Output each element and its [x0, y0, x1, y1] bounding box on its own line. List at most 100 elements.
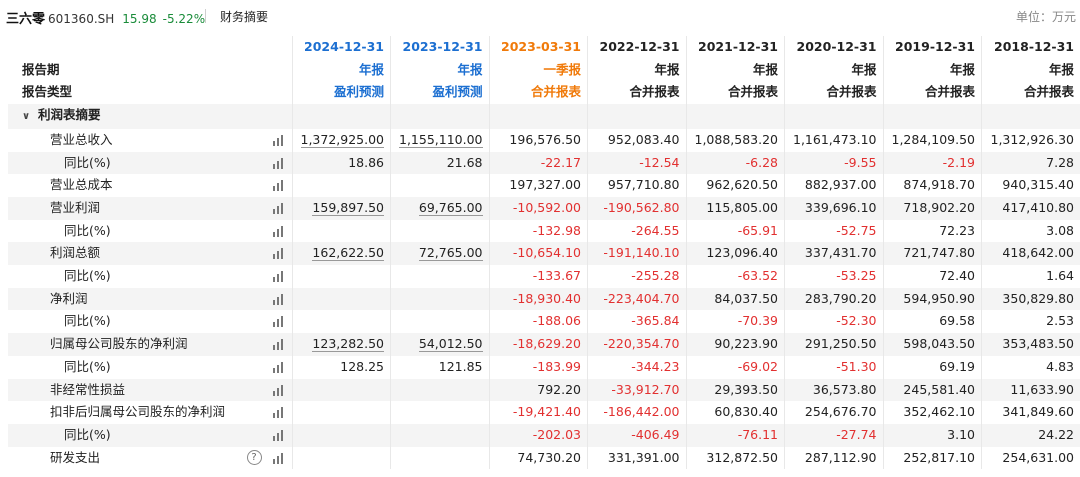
value-cell	[390, 287, 489, 311]
value-cell: -69.02	[685, 355, 785, 379]
value-cell: 72,765.00	[390, 242, 489, 266]
chevron-down-icon[interactable]: ∨	[22, 106, 34, 129]
value-cell: -70.39	[685, 310, 785, 334]
value-cell: 417,410.80	[981, 196, 1080, 220]
value-cell: -220,354.70	[587, 333, 686, 356]
bar-chart-icon[interactable]	[272, 248, 284, 260]
empty-cell	[390, 104, 489, 129]
column-date[interactable]: 2023-03-31	[488, 36, 588, 59]
column-date[interactable]: 2024-12-31	[291, 36, 391, 59]
value-cell: -9.55	[784, 151, 883, 175]
bar-chart-icon[interactable]	[272, 225, 284, 237]
header-row-period: 报告期 年报 年报 一季报 年报 年报 年报 年报 年报	[8, 58, 1080, 82]
value-cell: 291,250.50	[784, 333, 883, 356]
bar-chart-icon[interactable]	[272, 339, 284, 351]
empty-cell	[981, 104, 1080, 129]
tab-financial-summary[interactable]: 财务摘要	[220, 8, 268, 25]
bar-chart-icon[interactable]	[272, 316, 284, 328]
value-cell: 121.85	[390, 355, 489, 379]
bar-chart-icon[interactable]	[272, 180, 284, 192]
column-period: 年报	[685, 58, 785, 82]
value-cell: -19,421.40	[488, 401, 588, 424]
row-label: 非经常性损益	[8, 378, 292, 402]
row-label-text: 非经常性损益	[50, 381, 126, 397]
value-cell: 21.68	[390, 151, 489, 175]
bar-chart-icon[interactable]	[272, 429, 284, 441]
section-income-statement[interactable]: ∨ 利润表摘要	[8, 104, 292, 129]
value-cell	[291, 378, 391, 402]
value-cell: 69.58	[882, 310, 982, 334]
value-cell: 36,573.80	[784, 378, 883, 402]
row-label: 营业利润	[8, 196, 292, 220]
value-cell	[291, 174, 391, 197]
value-cell	[390, 378, 489, 402]
value-cell: 874,918.70	[882, 174, 982, 197]
stock-name[interactable]: 三六零	[6, 12, 45, 27]
column-date[interactable]: 2022-12-31	[587, 36, 686, 59]
row-label: 同比(%)	[8, 310, 292, 333]
value-cell: -10,592.00	[488, 196, 588, 220]
bar-chart-icon[interactable]	[272, 384, 284, 396]
value-cell: -76.11	[685, 423, 785, 447]
value-cell: 3.08	[981, 219, 1080, 243]
value-cell: -202.03	[488, 423, 588, 447]
column-date[interactable]: 2021-12-31	[685, 36, 785, 59]
value-cell: 90,223.90	[685, 333, 785, 356]
bar-chart-icon[interactable]	[272, 361, 284, 373]
column-date[interactable]: 2018-12-31	[981, 36, 1080, 59]
column-date[interactable]: 2020-12-31	[784, 36, 883, 59]
column-date[interactable]: 2019-12-31	[882, 36, 982, 59]
value-cell: -6.28	[685, 151, 785, 175]
column-date[interactable]: 2023-12-31	[390, 36, 489, 59]
value-cell: -65.91	[685, 219, 785, 243]
value-cell	[291, 423, 391, 447]
value-cell: -183.99	[488, 355, 588, 379]
value-cell: 123,282.50	[291, 333, 391, 356]
report-type-label: 报告类型	[8, 81, 292, 105]
value-cell: 18.86	[291, 151, 391, 175]
financial-summary-panel: 2024-12-31 2023-12-31 2023-03-31 2022-12-31…	[8, 36, 1080, 477]
value-cell: 252,817.10	[882, 446, 982, 470]
bar-chart-icon[interactable]	[272, 271, 284, 283]
unit-label: 单位：万元	[1015, 10, 1076, 24]
value-cell	[390, 174, 489, 197]
table-row: 同比(%) -202.03 -406.49 -76.11 -27.74 3.10 24.22	[8, 423, 1080, 447]
bar-chart-icon[interactable]	[272, 293, 284, 305]
help-icon[interactable]: ?	[246, 449, 262, 465]
table-row: 同比(%) -188.06 -365.84 -70.39 -52.30 69.58 2.53	[8, 310, 1080, 334]
value-cell: 337,431.70	[784, 242, 883, 266]
table-row: 同比(%) 128.25 121.85 -183.99 -344.23 -69.02 -51…	[8, 355, 1080, 379]
row-label-text: 同比(%)	[64, 313, 111, 329]
column-period: 年报	[390, 58, 489, 82]
column-report-type: 合并报表	[587, 81, 686, 105]
value-cell: 352,462.10	[882, 401, 982, 424]
bar-chart-icon[interactable]	[272, 202, 284, 214]
bar-chart-icon[interactable]	[272, 452, 284, 464]
value-cell: 2.53	[981, 310, 1080, 334]
row-label: 同比(%)	[8, 265, 292, 288]
value-cell: 1,312,926.30	[981, 128, 1080, 152]
empty-cell	[685, 104, 785, 129]
bar-chart-icon[interactable]	[272, 407, 284, 419]
value-cell: 1,284,109.50	[882, 128, 982, 152]
table-row: 利润总额 162,622.50 72,765.00 -10,654.10 -191,14…	[8, 242, 1080, 266]
bar-chart-icon[interactable]	[272, 134, 284, 146]
bar-chart-icon[interactable]	[272, 157, 284, 169]
section-row[interactable]: ∨ 利润表摘要	[8, 104, 1080, 129]
value-cell: -53.25	[784, 265, 883, 288]
row-label-text: 研发支出	[50, 449, 101, 465]
value-cell	[390, 423, 489, 447]
value-cell: 952,083.40	[587, 128, 686, 152]
value-cell: 197,327.00	[488, 174, 588, 197]
value-cell: 115,805.00	[685, 196, 785, 220]
row-label-text: 同比(%)	[64, 426, 111, 442]
column-report-type: 合并报表	[685, 81, 785, 105]
empty-cell	[784, 104, 883, 129]
row-label: 归属母公司股东的净利润	[8, 333, 292, 356]
value-cell: 254,631.00	[981, 446, 1080, 470]
value-cell: 418,642.00	[981, 242, 1080, 266]
row-label-text: 扣非后归属母公司股东的净利润	[50, 404, 226, 420]
row-label: 同比(%)	[8, 423, 292, 447]
table-row: 同比(%) -132.98 -264.55 -65.91 -52.75 72.23 3.08	[8, 219, 1080, 243]
value-cell: 792.20	[488, 378, 588, 402]
